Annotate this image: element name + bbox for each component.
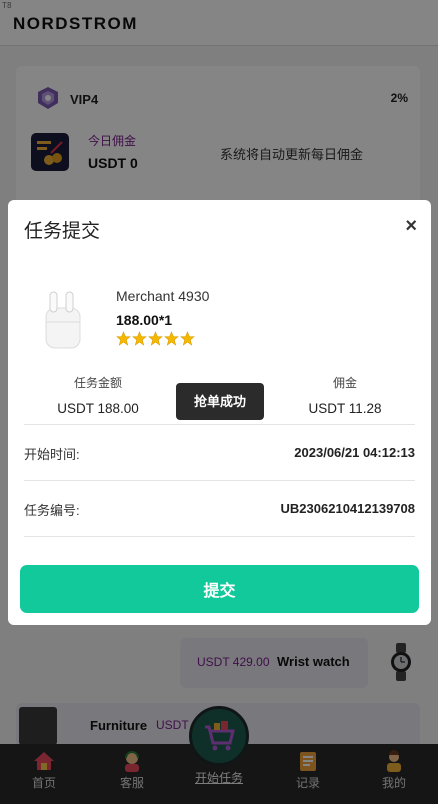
star-icon bbox=[164, 331, 179, 346]
divider bbox=[24, 480, 415, 481]
star-rating bbox=[116, 331, 196, 346]
commission-label: 佣金 bbox=[332, 376, 357, 390]
submit-button[interactable]: 提交 bbox=[20, 565, 419, 613]
close-icon[interactable]: × bbox=[405, 216, 417, 236]
divider bbox=[24, 424, 415, 425]
commission-value: USDT 11.28 bbox=[308, 401, 382, 416]
star-icon bbox=[132, 331, 147, 346]
commission: 佣金 USDT 11.28 bbox=[275, 374, 415, 416]
merchant-name: Merchant 4930 bbox=[116, 288, 210, 304]
success-toast: 抢单成功 bbox=[176, 383, 264, 420]
star-icon bbox=[116, 331, 131, 346]
task-amount: 任务金额 USDT 188.00 bbox=[28, 374, 168, 416]
divider bbox=[24, 536, 415, 537]
start-time-value: 2023/06/21 04:12:13 bbox=[294, 445, 415, 460]
task-amount-label: 任务金额 bbox=[73, 376, 122, 390]
price-quantity: 188.00*1 bbox=[116, 312, 173, 328]
task-number-label: 任务编号: bbox=[24, 503, 80, 518]
task-number-value: UB2306210412139708 bbox=[280, 501, 415, 516]
task-amount-value: USDT 188.00 bbox=[57, 401, 139, 416]
modal-title: 任务提交 bbox=[24, 221, 101, 242]
star-icon bbox=[148, 331, 163, 346]
start-time-label: 开始时间: bbox=[24, 447, 80, 462]
star-icon bbox=[180, 331, 195, 346]
airpods-icon bbox=[45, 291, 81, 349]
